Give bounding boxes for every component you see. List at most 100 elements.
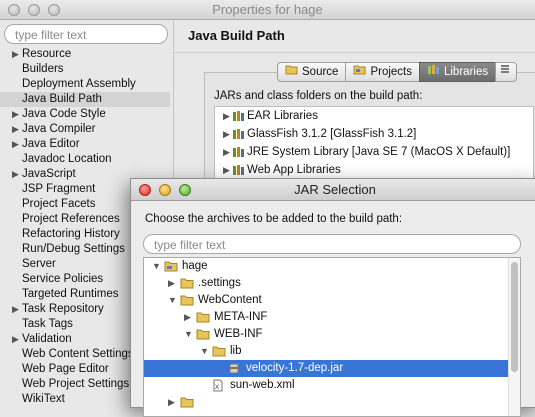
libraries-icon xyxy=(427,63,440,82)
tree-item-label: hage xyxy=(182,260,208,272)
tab-order-and-export[interactable] xyxy=(495,62,518,82)
library-row[interactable]: ▶ JRE System Library [Java SE 7 (MacOS X … xyxy=(215,143,533,161)
tree-item[interactable]: Xsun-web.xml xyxy=(144,377,520,394)
library-row[interactable]: ▶ GlassFish 3.1.2 [GlassFish 3.1.2] xyxy=(215,125,533,143)
archive-tree[interactable]: ▼ hage ▶ .settings ▼ WebContent ▶ META-INF ▼ WEB-… xyxy=(143,257,521,417)
tree-item-label: .settings xyxy=(198,277,241,289)
projects-icon xyxy=(353,63,366,82)
sidebar-item-java-compiler[interactable]: ▶ Java Compiler xyxy=(0,122,170,137)
sidebar-item-label: Deployment Assembly xyxy=(22,78,136,90)
expand-arrow-icon[interactable]: ▶ xyxy=(12,167,19,182)
expand-arrow-icon[interactable]: ▶ xyxy=(184,309,191,326)
order-export-icon xyxy=(499,63,511,82)
libraries-caption: JARs and class folders on the build path… xyxy=(214,90,423,102)
expand-arrow-icon[interactable]: ▶ xyxy=(12,107,19,122)
expand-arrow-icon[interactable]: ▶ xyxy=(168,394,175,411)
folder-icon xyxy=(180,396,194,414)
tab-source[interactable]: Source xyxy=(277,62,346,82)
tree-scrollbar[interactable] xyxy=(508,258,520,416)
sidebar-item-java-code-style[interactable]: ▶ Java Code Style xyxy=(0,107,170,122)
tree-item[interactable]: ▼ WEB-INF xyxy=(144,326,520,343)
sidebar-item-label: Run/Debug Settings xyxy=(22,243,125,255)
library-row[interactable]: ▶ EAR Libraries xyxy=(215,107,533,125)
sidebar-item-java-editor[interactable]: ▶ Java Editor xyxy=(0,137,170,152)
dialog-message: Choose the archives to be added to the b… xyxy=(145,213,403,225)
tab-label: Projects xyxy=(370,65,412,78)
expand-arrow-icon[interactable]: ▶ xyxy=(223,107,230,125)
expand-arrow-icon[interactable]: ▶ xyxy=(12,332,19,347)
sidebar-item-resource[interactable]: ▶ Resource xyxy=(0,47,170,62)
sidebar-item-label: Task Tags xyxy=(22,318,73,330)
expand-arrow-icon[interactable]: ▶ xyxy=(223,143,230,161)
tree-item-label: WEB-INF xyxy=(214,328,263,340)
sidebar-item-builders[interactable]: Builders xyxy=(0,62,170,77)
dialog-titlebar: JAR Selection xyxy=(131,179,535,201)
library-row[interactable]: ▶ Web App Libraries xyxy=(215,161,533,179)
sidebar-item-label: Web Content Settings xyxy=(22,348,134,360)
collapse-arrow-icon[interactable]: ▼ xyxy=(200,343,209,360)
expand-arrow-icon[interactable]: ▶ xyxy=(12,122,19,137)
expand-arrow-icon[interactable]: ▶ xyxy=(12,47,19,62)
tree-item-label: sun-web.xml xyxy=(230,379,295,391)
tab-libraries[interactable]: Libraries xyxy=(418,62,496,82)
sidebar-item-label: Refactoring History xyxy=(22,228,120,240)
tree-item[interactable]: velocity-1.7-dep.jar xyxy=(144,360,520,377)
expand-arrow-icon[interactable]: ▶ xyxy=(12,302,19,317)
properties-titlebar: Properties for hage xyxy=(0,0,535,20)
sidebar-item-label: Targeted Runtimes xyxy=(22,288,119,300)
tree-item[interactable]: ▼ lib xyxy=(144,343,520,360)
sidebar-item-label: Java Build Path xyxy=(22,93,102,105)
collapse-arrow-icon[interactable]: ▼ xyxy=(184,326,193,343)
source-folder-icon xyxy=(285,63,298,82)
library-label: EAR Libraries xyxy=(247,110,318,122)
window-title: Properties for hage xyxy=(212,2,323,17)
sidebar-item-label: Resource xyxy=(22,48,72,60)
collapse-arrow-icon[interactable]: ▼ xyxy=(152,258,161,275)
expand-arrow-icon[interactable]: ▶ xyxy=(168,275,175,292)
sidebar-item-label: Server xyxy=(22,258,56,270)
tree-item-label: velocity-1.7-dep.jar xyxy=(246,362,344,374)
library-label: JRE System Library [Java SE 7 (MacOS X D… xyxy=(247,146,511,158)
sidebar-item-javadoc-location[interactable]: Javadoc Location xyxy=(0,152,170,167)
tab-projects[interactable]: Projects xyxy=(345,62,419,82)
sidebar-item-label: Web Page Editor xyxy=(22,363,109,375)
dialog-title: JAR Selection xyxy=(294,182,376,197)
sidebar-item-label: Java Compiler xyxy=(22,123,96,135)
library-label: GlassFish 3.1.2 [GlassFish 3.1.2] xyxy=(247,128,417,140)
jar-selection-dialog: JAR Selection Choose the archives to be … xyxy=(130,178,535,417)
collapse-arrow-icon[interactable]: ▼ xyxy=(168,292,177,309)
sidebar-item-label: Javadoc Location xyxy=(22,153,112,165)
sidebar-item-label: Java Editor xyxy=(22,138,80,150)
sidebar-item-label: Task Repository xyxy=(22,303,104,315)
sidebar-item-label: Web Project Settings xyxy=(22,378,130,390)
sidebar-item-label: Service Policies xyxy=(22,273,104,285)
build-path-tabs: Source Projects Libraries xyxy=(277,62,518,82)
tab-label: Libraries xyxy=(443,65,489,78)
library-label: Web App Libraries xyxy=(247,164,341,176)
sidebar-item-label: Builders xyxy=(22,63,64,75)
tree-item-label: WebContent xyxy=(198,294,262,306)
sidebar-item-label: JavaScript xyxy=(22,168,76,180)
sidebar-item-label: Project References xyxy=(22,213,120,225)
tab-label: Source xyxy=(302,65,339,78)
sidebar-item-label: Java Code Style xyxy=(22,108,106,120)
tree-item[interactable]: ▶ .settings xyxy=(144,275,520,292)
svg-text:X: X xyxy=(215,385,219,391)
tree-item[interactable]: ▶ xyxy=(144,394,520,411)
tree-item[interactable]: ▼ hage xyxy=(144,258,520,275)
tree-item-label: lib xyxy=(230,345,242,357)
expand-arrow-icon[interactable]: ▶ xyxy=(12,137,19,152)
tree-item-label: META-INF xyxy=(214,311,268,323)
tree-item[interactable]: ▼ WebContent xyxy=(144,292,520,309)
sidebar-item-java-build-path[interactable]: Java Build Path xyxy=(0,92,170,107)
dialog-filter-input[interactable]: type filter text xyxy=(143,234,521,254)
sidebar-filter-input[interactable]: type filter text xyxy=(4,24,168,44)
tree-item[interactable]: ▶ META-INF xyxy=(144,309,520,326)
scroll-thumb[interactable] xyxy=(511,262,518,372)
expand-arrow-icon[interactable]: ▶ xyxy=(223,161,230,179)
sidebar-item-deployment-assembly[interactable]: Deployment Assembly xyxy=(0,77,170,92)
expand-arrow-icon[interactable]: ▶ xyxy=(223,125,230,143)
sidebar-item-label: Validation xyxy=(22,333,72,345)
sidebar-item-label: WikiText xyxy=(22,393,65,405)
sidebar-item-label: Project Facets xyxy=(22,198,96,210)
